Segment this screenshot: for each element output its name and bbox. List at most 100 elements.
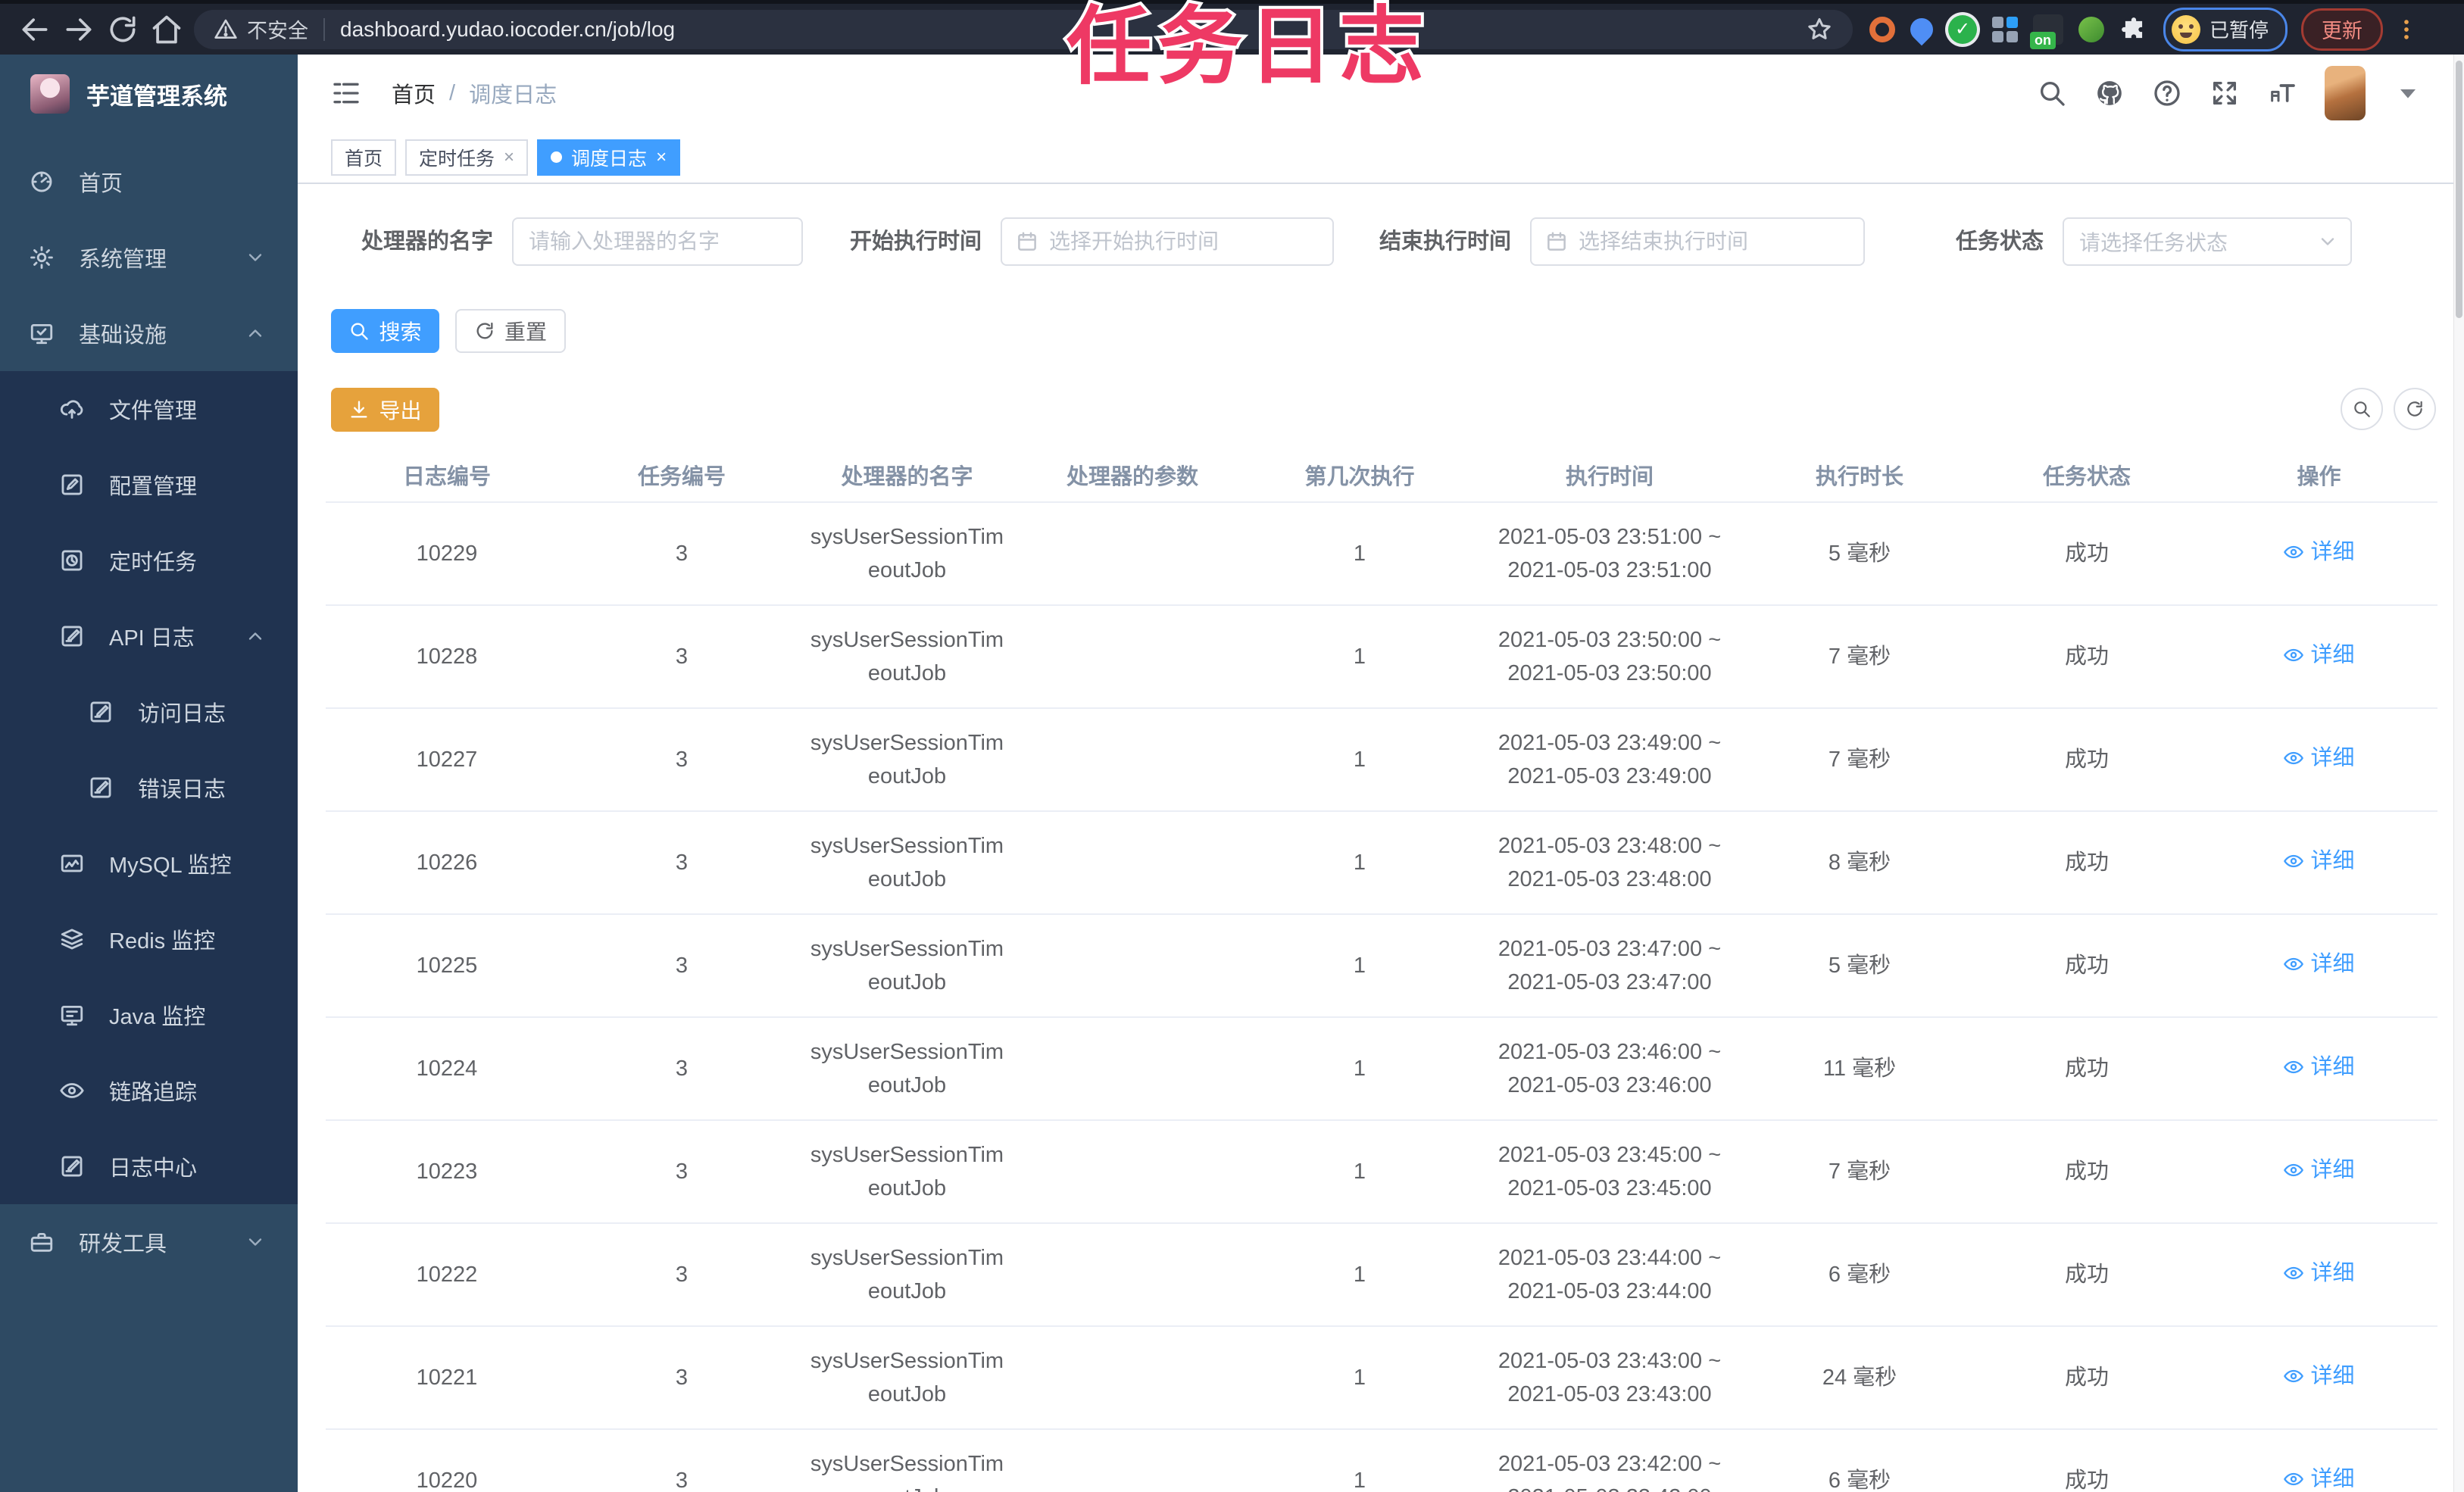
- extension-on-icon[interactable]: on: [2030, 14, 2063, 49]
- sidebar-item-config[interactable]: 配置管理: [0, 447, 298, 523]
- cell-duration: 7 毫秒: [1828, 645, 1891, 669]
- sidebar-item-system[interactable]: 系统管理: [0, 220, 298, 295]
- reset-button[interactable]: 重置: [455, 309, 566, 353]
- sidebar-item-job[interactable]: 定时任务: [0, 523, 298, 598]
- refresh-table-button[interactable]: [2394, 388, 2436, 430]
- detail-link[interactable]: 详细: [2283, 1256, 2355, 1290]
- back-icon[interactable]: [18, 13, 52, 46]
- sidebar-item-error-log[interactable]: 错误日志: [0, 750, 298, 826]
- detail-link[interactable]: 详细: [2283, 1050, 2355, 1084]
- sidebar-item-log-center[interactable]: 日志中心: [0, 1128, 298, 1204]
- end-time-input[interactable]: [1568, 229, 1863, 254]
- bookmark-star-icon[interactable]: [1806, 16, 1833, 43]
- sidebar-item-access-log[interactable]: 访问日志: [0, 674, 298, 750]
- sidebar-item-tracer[interactable]: 链路追踪: [0, 1053, 298, 1128]
- extension-check-icon[interactable]: ✓: [1948, 14, 1977, 44]
- detail-link[interactable]: 详细: [2283, 947, 2355, 981]
- sidebar-item-infra[interactable]: 基础设施: [0, 295, 298, 371]
- help-icon[interactable]: [2152, 78, 2182, 108]
- extensions-puzzle-icon[interactable]: [2119, 15, 2148, 44]
- tab-close-icon[interactable]: ×: [504, 147, 514, 168]
- home-icon[interactable]: [150, 13, 183, 46]
- detail-link[interactable]: 详细: [2283, 844, 2355, 878]
- sidebar-item-label: 配置管理: [109, 475, 198, 499]
- column-header: 执行时长: [1815, 465, 1903, 489]
- cell-actions: 详细: [2200, 741, 2437, 779]
- eye-icon: [2283, 748, 2304, 769]
- cell-actions: 详细: [2200, 1256, 2437, 1294]
- export-button[interactable]: 导出: [331, 388, 439, 432]
- cell-duration: 8 毫秒: [1828, 851, 1891, 875]
- fullscreen-icon[interactable]: [2209, 78, 2240, 108]
- cell-handler-name: sysUserSessionTimeoutJob: [810, 731, 1004, 788]
- sidebar-item-mysql[interactable]: MySQL 监控: [0, 826, 298, 901]
- table-body: 10229 3 sysUserSessionTim eoutJob 1 2021-05-0…: [326, 503, 2437, 1492]
- search-button[interactable]: 搜索: [331, 309, 439, 353]
- address-bar[interactable]: 不安全 dashboard.yudao.iocoder.cn/job/log: [194, 9, 1853, 49]
- cell-job-id: 3: [675, 1263, 689, 1287]
- sidebar-item-label: Java 监控: [109, 1005, 206, 1029]
- github-icon[interactable]: [2094, 78, 2125, 108]
- sidebar-item-dev-tools[interactable]: 研发工具: [0, 1204, 298, 1280]
- table-row: 10223 3 sysUserSessionTim eoutJob 1 2021-05-0…: [326, 1121, 2437, 1224]
- detail-link[interactable]: 详细: [2283, 638, 2355, 672]
- begin-time-input[interactable]: [1038, 229, 1332, 254]
- chevron-down-icon: [2317, 231, 2338, 252]
- cell-job-id: 3: [675, 748, 689, 772]
- detail-link[interactable]: 详细: [2283, 741, 2355, 775]
- monitor-check-icon: [29, 320, 55, 346]
- extension-grid-icon[interactable]: [1992, 16, 2018, 42]
- tab-job[interactable]: 定时任务 ×: [405, 139, 529, 176]
- page-scrollbar[interactable]: [2453, 55, 2464, 1492]
- reload-icon[interactable]: [106, 13, 139, 46]
- cell-job-id: 3: [675, 1366, 689, 1390]
- scrollbar-thumb[interactable]: [2456, 61, 2462, 318]
- cell-duration: 5 毫秒: [1828, 542, 1891, 566]
- active-tab-dot: [551, 151, 563, 163]
- detail-link[interactable]: 详细: [2283, 1462, 2355, 1492]
- breadcrumb-home[interactable]: 首页: [392, 77, 436, 109]
- browser-menu-dots-icon[interactable]: [2394, 17, 2419, 42]
- extension-sprout-icon[interactable]: [2078, 16, 2104, 42]
- sidebar-item-file[interactable]: 文件管理: [0, 371, 298, 447]
- job-status-select[interactable]: 请选择任务状态: [2063, 217, 2352, 266]
- sidebar-item-redis[interactable]: Redis 监控: [0, 901, 298, 977]
- tab-job-log[interactable]: 调度日志 ×: [537, 139, 681, 176]
- eye-icon: [2283, 954, 2304, 975]
- font-size-icon[interactable]: [2267, 78, 2297, 108]
- extension-pin-icon[interactable]: [1905, 13, 1938, 45]
- column-header: 日志编号: [402, 465, 491, 489]
- sidebar-logo-row[interactable]: 芋道管理系统: [0, 55, 298, 133]
- browser-profile-chip[interactable]: 已暂停: [2163, 7, 2288, 52]
- browser-update-button[interactable]: 更新: [2301, 8, 2384, 51]
- hamburger-icon[interactable]: [331, 78, 361, 108]
- cell-job-id: 3: [675, 1160, 689, 1184]
- sidebar-item-java[interactable]: Java 监控: [0, 977, 298, 1053]
- detail-link[interactable]: 详细: [2283, 1153, 2355, 1187]
- header-search-icon[interactable]: [2037, 78, 2067, 108]
- sidebar-item-label: 文件管理: [109, 399, 198, 423]
- cell-handler-name: sysUserSessionTimeoutJob: [810, 834, 1004, 891]
- extension-ring-icon[interactable]: [1869, 16, 1895, 42]
- tab-close-icon[interactable]: ×: [656, 147, 667, 168]
- eye-icon: [2283, 645, 2304, 666]
- toggle-search-button[interactable]: [2341, 388, 2383, 430]
- forward-icon[interactable]: [62, 13, 95, 46]
- detail-link[interactable]: 详细: [2283, 535, 2355, 569]
- cell-actions: 详细: [2200, 947, 2437, 985]
- user-avatar[interactable]: [2325, 66, 2366, 120]
- handler-name-input[interactable]: [514, 229, 801, 254]
- cell-actions: 详细: [2200, 1462, 2437, 1492]
- cell-exec-time: 2021-05-03 23:45:00 ~2021-05-03 23:45:00: [1497, 1143, 1722, 1200]
- sidebar-item-label: 系统管理: [79, 248, 167, 272]
- cell-actions: 详细: [2200, 1359, 2437, 1397]
- sidebar-item-api-log[interactable]: API 日志: [0, 598, 298, 674]
- sidebar-item-label: 日志中心: [109, 1156, 198, 1181]
- detail-link-label: 详细: [2310, 1157, 2355, 1182]
- dashboard-icon: [29, 169, 55, 195]
- sidebar-item-home[interactable]: 首页: [0, 144, 298, 220]
- avatar-caret-down-icon[interactable]: [2393, 78, 2423, 108]
- cloud-upload-icon: [59, 396, 85, 422]
- tab-home[interactable]: 首页: [331, 139, 397, 176]
- detail-link[interactable]: 详细: [2283, 1359, 2355, 1393]
